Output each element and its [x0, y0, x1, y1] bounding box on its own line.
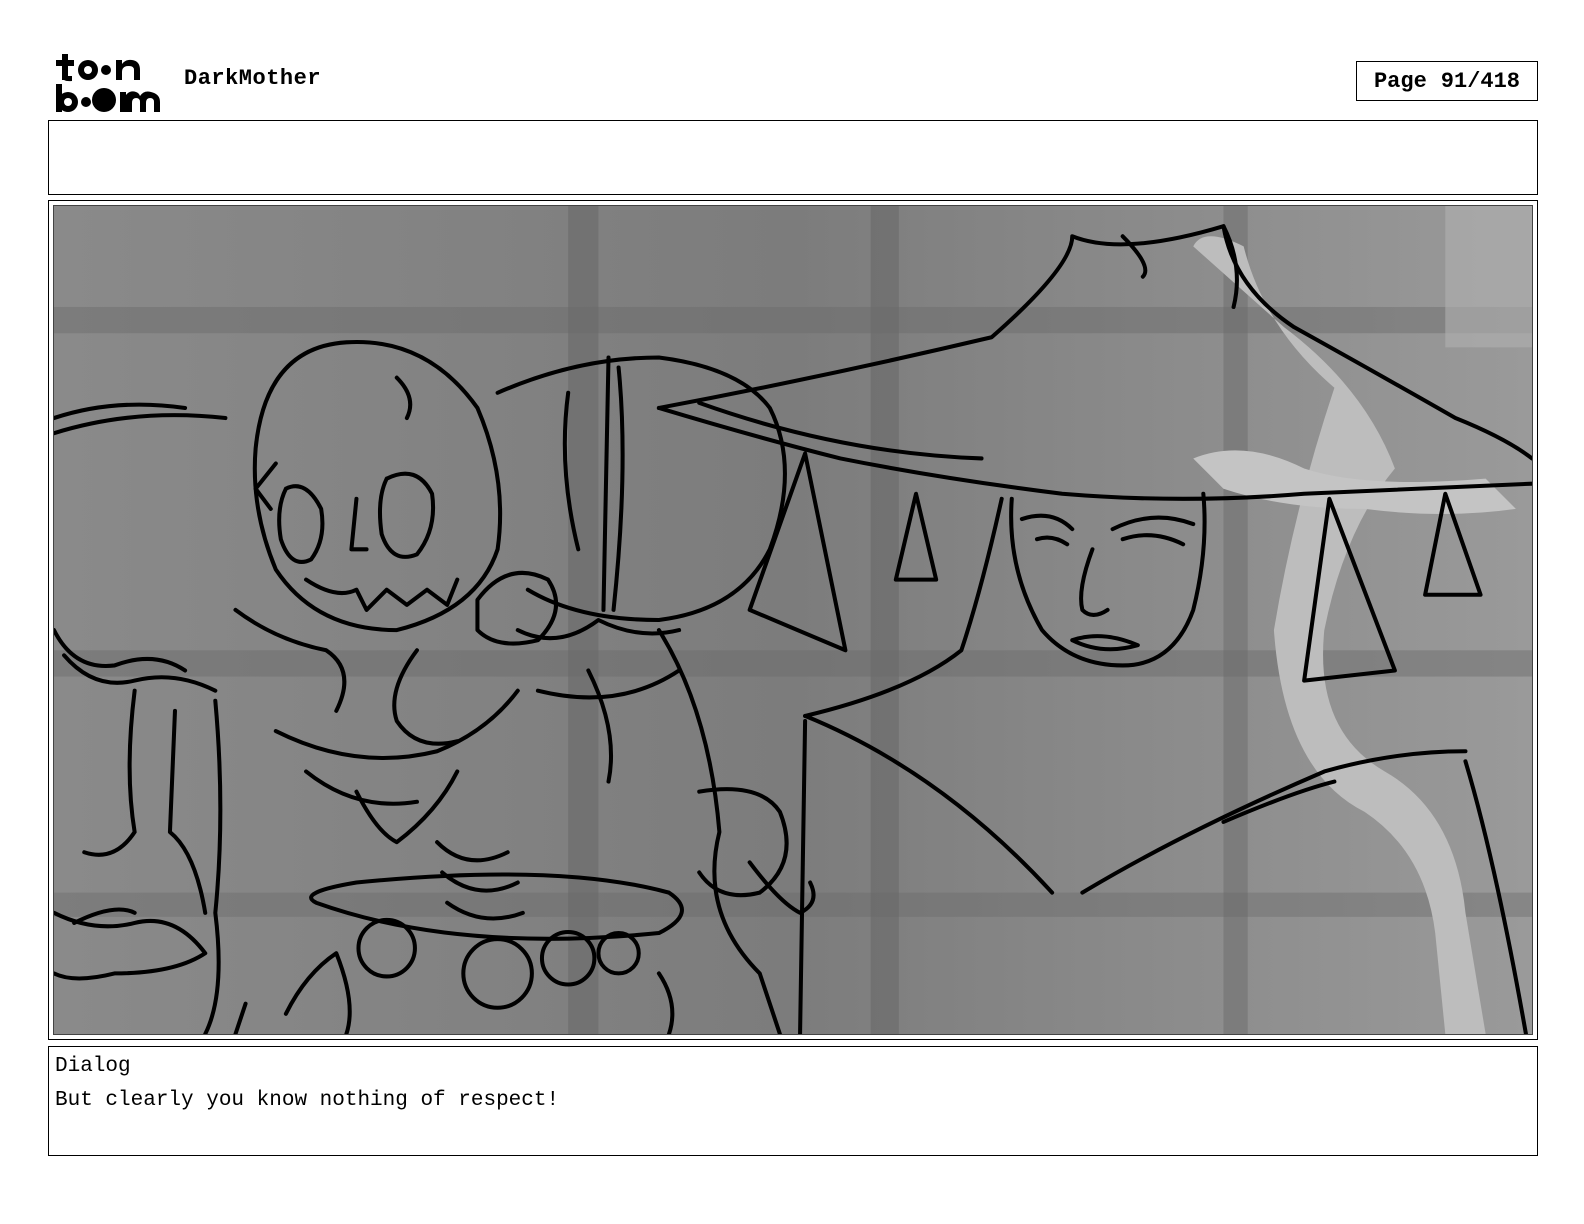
storyboard-image: [53, 205, 1533, 1035]
sketch-drawing: [54, 206, 1532, 1034]
dialog-label: Dialog: [55, 1055, 131, 1078]
toonboom-logo: [52, 50, 164, 114]
storyboard-panel: [48, 200, 1538, 1040]
project-title: DarkMother: [184, 66, 322, 91]
dialog-text: But clearly you know nothing of respect!: [55, 1089, 560, 1112]
page-number: 91/418: [1440, 68, 1521, 94]
header-notes-panel: [48, 120, 1538, 195]
page-label: Page: [1373, 68, 1427, 94]
dialog-panel: Dialog But clearly you know nothing of r…: [48, 1046, 1538, 1156]
page-indicator: Page 91/418: [1356, 61, 1538, 101]
